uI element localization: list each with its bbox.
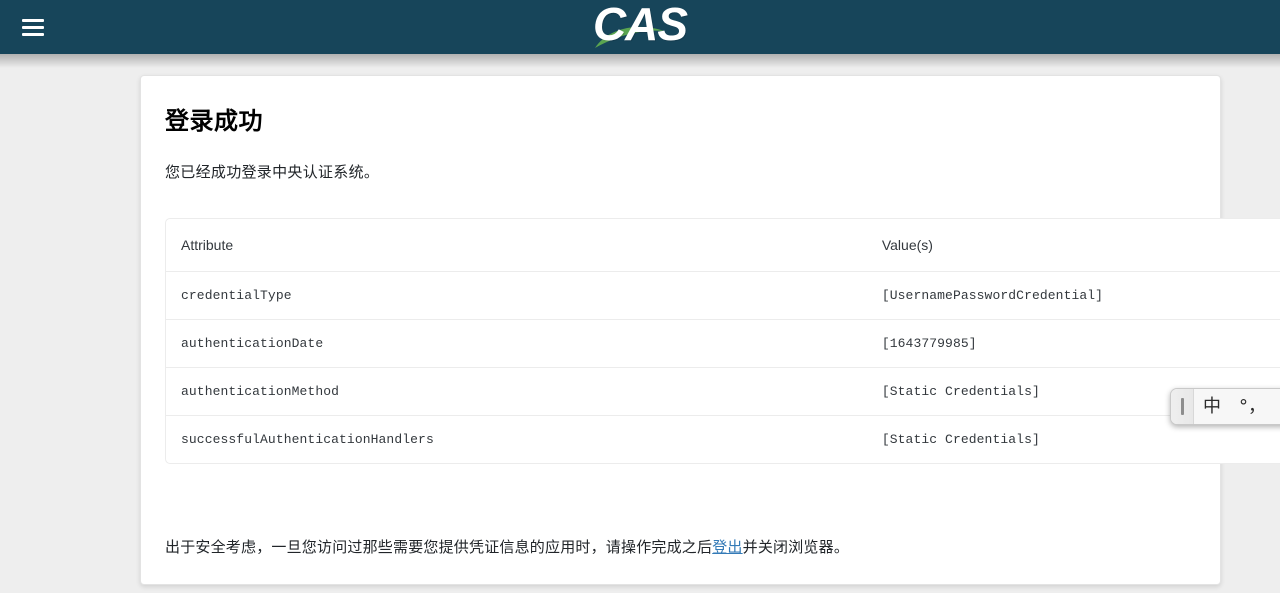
cell-type: Authentication bbox=[1103, 272, 1280, 320]
ime-simplified-mode-button[interactable]: 简 bbox=[1275, 389, 1280, 424]
table-row: credentialType [UsernamePasswordCredenti… bbox=[166, 272, 1280, 320]
cell-value: [Static Credentials] bbox=[433, 368, 1104, 416]
page-title: 登录成功 bbox=[165, 108, 263, 135]
hamburger-bar-2 bbox=[22, 25, 44, 29]
success-message: 您已经成功登录中央认证系统。 bbox=[165, 164, 380, 181]
ime-punctuation-mode-button[interactable]: °， bbox=[1230, 389, 1275, 424]
cell-attribute: authenticationDate bbox=[166, 320, 434, 368]
table-row: authenticationMethod [Static Credentials… bbox=[166, 368, 1280, 416]
ime-floating-toolbar[interactable]: 中 °， 简 bbox=[1170, 388, 1280, 425]
ime-drag-handle[interactable] bbox=[1171, 389, 1194, 424]
table-row: successfulAuthenticationHandlers [Static… bbox=[166, 416, 1280, 463]
cell-value: [1643779985] bbox=[433, 320, 1104, 368]
cell-attribute: authenticationMethod bbox=[166, 368, 434, 416]
cell-attribute: credentialType bbox=[166, 272, 434, 320]
table-row: authenticationDate [1643779985] Authenti… bbox=[166, 320, 1280, 368]
login-success-card: 登录成功 您已经成功登录中央认证系统。 Attribute Value(s) T… bbox=[140, 75, 1280, 585]
logo-swoosh-icon bbox=[595, 26, 664, 48]
cas-logo-text: CAS bbox=[592, 0, 688, 50]
logout-link[interactable]: 登出 bbox=[712, 539, 742, 556]
hamburger-menu-icon[interactable] bbox=[22, 13, 48, 41]
cell-value: [UsernamePasswordCredential] bbox=[433, 272, 1104, 320]
ime-language-mode-button[interactable]: 中 bbox=[1194, 389, 1230, 424]
cas-logo: CAS bbox=[0, 0, 1280, 54]
security-note-prefix: 出于安全考虑，一旦您访问过那些需要您提供凭证信息的应用时，请操作完成之后 bbox=[165, 539, 713, 556]
hamburger-bar-3 bbox=[22, 32, 44, 36]
security-note: 出于安全考虑，一旦您访问过那些需要您提供凭证信息的应用时，请操作完成之后登出并关… bbox=[165, 536, 849, 557]
app-header: CAS bbox=[0, 0, 1280, 68]
security-note-suffix: 并关闭浏览器。 bbox=[742, 539, 850, 556]
cell-attribute: successfulAuthenticationHandlers bbox=[181, 432, 434, 447]
table-header-row: Attribute Value(s) Type bbox=[166, 219, 1280, 272]
cell-type: Authentication bbox=[1103, 320, 1280, 368]
attributes-table: Attribute Value(s) Type credentialType [… bbox=[165, 218, 1280, 464]
drag-handle-icon bbox=[1180, 398, 1184, 415]
table-body: credentialType [UsernamePasswordCredenti… bbox=[166, 272, 1280, 463]
column-header-attribute: Attribute bbox=[166, 219, 434, 272]
cell-value: [Static Credentials] bbox=[881, 432, 1040, 447]
hamburger-bar-1 bbox=[22, 18, 44, 22]
table-header: Attribute Value(s) Type bbox=[166, 219, 1280, 272]
column-header-value: Value(s) bbox=[433, 219, 1104, 272]
column-header-type: Type bbox=[1103, 219, 1280, 272]
